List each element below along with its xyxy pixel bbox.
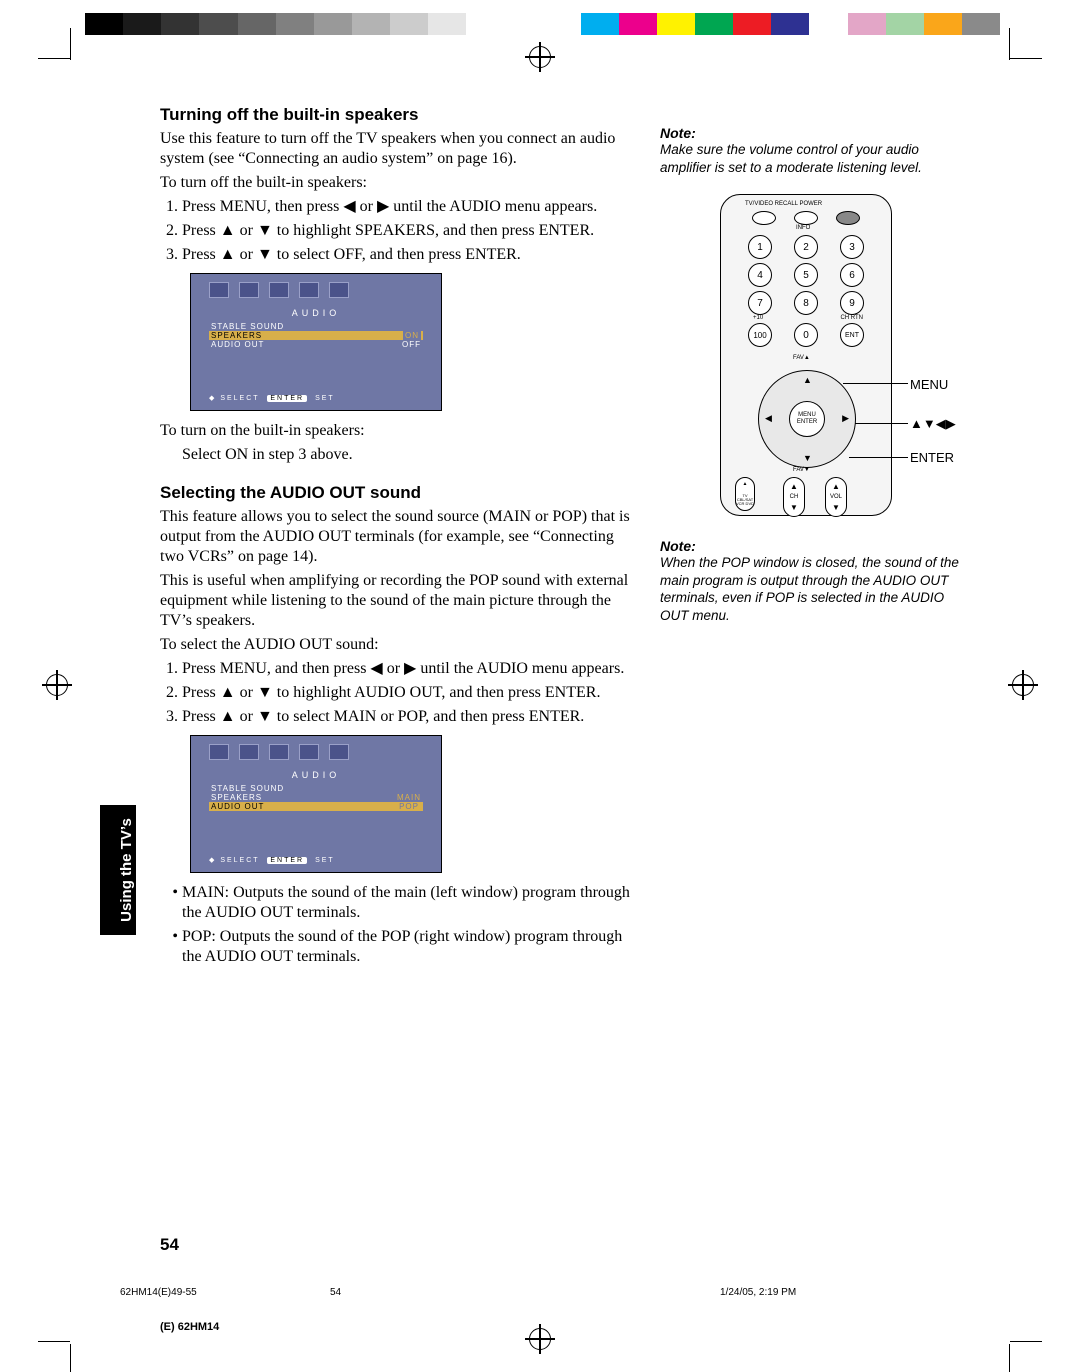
num-3: 3 — [840, 235, 864, 259]
steps-list-speakers: Press MENU, then press ◀ or ▶ until the … — [182, 197, 640, 265]
step: Press ▲ or ▼ to highlight SPEAKERS, and … — [182, 221, 640, 241]
crop-mark — [70, 28, 71, 60]
remote-illustration: TV/VIDEO RECALL POWER INFO 123 456 789 +… — [720, 194, 892, 516]
note-text: Make sure the volume control of your aud… — [660, 141, 960, 176]
registration-target — [42, 670, 72, 700]
registration-target — [1008, 670, 1038, 700]
step: Press MENU, then press ◀ or ▶ until the … — [182, 197, 640, 217]
section-heading-speakers: Turning off the built-in speakers — [160, 105, 640, 125]
menu-enter-button: MENUENTER — [789, 401, 825, 437]
callout-menu: MENU — [910, 377, 948, 392]
note-heading: Note: — [660, 125, 960, 141]
num-7: 7 — [748, 291, 772, 315]
tvvideo-button — [752, 211, 776, 225]
crop-mark — [70, 1344, 71, 1372]
step: Press ▲ or ▼ to select OFF, and then pre… — [182, 245, 640, 265]
note-block: Note: When the POP window is closed, the… — [660, 538, 960, 624]
model-code: (E) 62HM14 — [160, 1321, 219, 1333]
osd-tabs — [209, 282, 349, 298]
note-heading: Note: — [660, 538, 960, 554]
crop-mark — [1009, 1344, 1010, 1372]
osd-menu-title: AUDIO — [191, 308, 441, 318]
registration-target — [525, 1324, 555, 1354]
note-block: Note: Make sure the volume control of yo… — [660, 125, 960, 176]
osd-menu-title: AUDIO — [191, 770, 441, 780]
num-2: 2 — [794, 235, 818, 259]
callout-arrows: ▲▼◀▶ — [910, 416, 956, 432]
step: Press MENU, and then press ◀ or ▶ until … — [182, 659, 640, 679]
print-color-bar — [85, 13, 1000, 35]
page: Using the TV’s Features Turning off the … — [100, 105, 980, 1265]
num-9: 9 — [840, 291, 864, 315]
main-column: Turning off the built-in speakers Use th… — [160, 105, 640, 973]
bullet: MAIN: Outputs the sound of the main (lef… — [182, 883, 640, 923]
intro-paragraph: Use this feature to turn off the TV spea… — [160, 129, 640, 169]
side-column: Note: Make sure the volume control of yo… — [660, 105, 960, 624]
registration-target — [525, 42, 555, 72]
post-instruction: To turn on the built-in speakers: — [160, 421, 640, 441]
crop-mark — [1010, 1341, 1042, 1342]
callout-line — [855, 423, 908, 424]
chapter-side-tab: Using the TV’s Features — [100, 805, 136, 935]
note-text: When the POP window is closed, the sound… — [660, 554, 960, 624]
num-4: 4 — [748, 263, 772, 287]
osd-speakers: AUDIO STABLE SOUND SPEAKERSON AUDIO OUTO… — [190, 273, 442, 411]
osd-items: STABLE SOUND SPEAKERSMAIN AUDIO OUTPOP — [209, 784, 423, 811]
osd-audioout: AUDIO STABLE SOUND SPEAKERSMAIN AUDIO OU… — [190, 735, 442, 873]
ch-rocker: ▲CH▼ — [783, 477, 805, 517]
paragraph: This is useful when amplifying or record… — [160, 571, 640, 631]
mode-selector: ▲TV CBL/SAT VCR DVD — [735, 477, 755, 511]
lead-in: To select the AUDIO OUT sound: — [160, 635, 640, 655]
chapter-side-tab-label: Using the TV’s Features — [118, 805, 153, 935]
num-6: 6 — [840, 263, 864, 287]
footer-timestamp: 1/24/05, 2:19 PM — [720, 1287, 796, 1298]
ent-button: ENT — [840, 323, 864, 347]
callout-line — [849, 457, 908, 458]
power-button — [836, 211, 860, 225]
osd-footer: ◆ SELECT ENTER SET — [209, 394, 335, 402]
intro-paragraph: This feature allows you to select the so… — [160, 507, 640, 567]
num-5: 5 — [794, 263, 818, 287]
osd-tabs — [209, 744, 349, 760]
osd-items: STABLE SOUND SPEAKERSON AUDIO OUTOFF — [209, 322, 423, 349]
callout-line — [843, 383, 908, 384]
plus10-button: 100 — [748, 323, 772, 347]
dpad: ▲ ▼ ◀ ▶ MENUENTER — [758, 370, 856, 468]
post-instruction-sub: Select ON in step 3 above. — [182, 445, 640, 465]
num-0: 0 — [794, 323, 818, 347]
crop-mark — [38, 1341, 70, 1342]
bullet: POP: Outputs the sound of the POP (right… — [182, 927, 640, 967]
crop-mark — [38, 58, 70, 59]
num-1: 1 — [748, 235, 772, 259]
recall-button — [794, 211, 818, 225]
footer-page: 54 — [330, 1287, 341, 1298]
footer-filename: 62HM14(E)49-55 — [120, 1287, 197, 1298]
steps-list-audioout: Press MENU, and then press ◀ or ▶ until … — [182, 659, 640, 727]
step: Press ▲ or ▼ to highlight AUDIO OUT, and… — [182, 683, 640, 703]
page-number: 54 — [160, 1235, 179, 1255]
crop-mark — [1009, 28, 1010, 60]
callout-enter: ENTER — [910, 450, 954, 465]
step: Press ▲ or ▼ to select MAIN or POP, and … — [182, 707, 640, 727]
osd-footer: ◆ SELECT ENTER SET — [209, 856, 335, 864]
lead-in: To turn off the built-in speakers: — [160, 173, 640, 193]
num-8: 8 — [794, 291, 818, 315]
bullet-list: MAIN: Outputs the sound of the main (lef… — [182, 883, 640, 967]
vol-rocker: ▲VOL▼ — [825, 477, 847, 517]
crop-mark — [1010, 58, 1042, 59]
section-heading-audioout: Selecting the AUDIO OUT sound — [160, 483, 640, 503]
